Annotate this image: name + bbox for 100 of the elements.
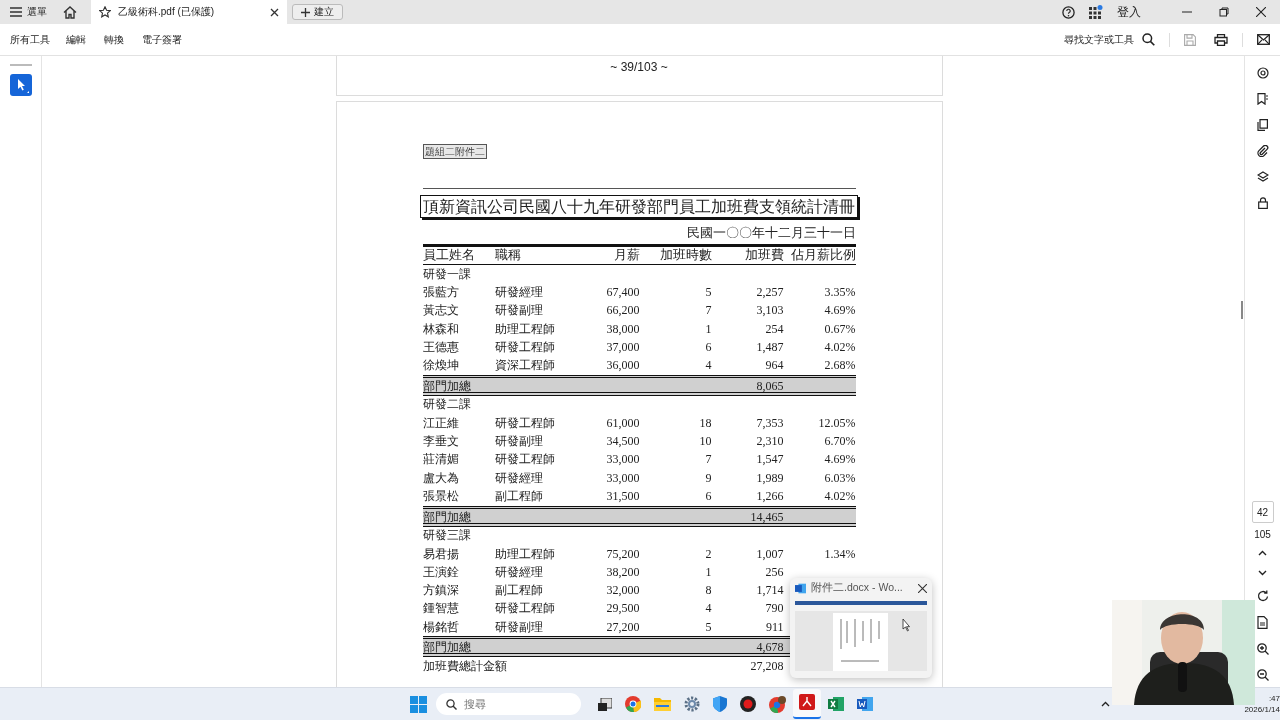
shield-icon[interactable] (713, 696, 727, 712)
preview-title: 附件二.docx - Wo... (811, 581, 904, 595)
table-cell-text: 18 (698, 415, 712, 431)
table-cell-text: 2,310 (755, 434, 784, 449)
table-cell-text: 7 (704, 452, 712, 468)
help-icon[interactable] (1062, 5, 1075, 19)
pdf-app-icon[interactable] (799, 694, 815, 710)
table-cell-text: 3,103 (755, 303, 784, 319)
report-date: 民國一〇〇年十二月三十一日 (686, 226, 856, 241)
page-label: 題組二附件二 (422, 144, 487, 159)
close-icon[interactable] (270, 7, 279, 17)
record-icon[interactable] (740, 696, 756, 712)
taskbar-search-field[interactable]: 搜尋 (436, 693, 581, 715)
table-cell-text: 部門加總 (422, 639, 472, 657)
table-cell-text: 4.69% (823, 303, 856, 319)
browser-icon[interactable] (625, 696, 641, 712)
mail-icon[interactable] (1257, 34, 1270, 45)
gear-icon[interactable] (684, 696, 700, 712)
table-cell-text: 10 (698, 434, 712, 449)
restore-icon[interactable] (1219, 7, 1229, 17)
chevron-up-icon[interactable] (1258, 550, 1267, 556)
tab-title: 乙級術科.pdf (已保護) (118, 5, 216, 19)
layers-icon[interactable] (1256, 171, 1269, 183)
table-cell-text: 研發副理 (494, 618, 544, 636)
bookmark-icon[interactable] (1257, 93, 1268, 105)
table-cell-text: 4.69% (823, 452, 856, 468)
apps-grid-icon[interactable] (1089, 5, 1103, 19)
table-cell-text: 14,465 (749, 509, 784, 525)
table-cell-text: 6.70% (823, 434, 856, 449)
table-cell-text: 林森和 (422, 320, 460, 338)
menu-button[interactable]: 選單 (10, 5, 47, 19)
chevron-up-icon[interactable] (1101, 701, 1110, 707)
table-cell-text: 8 (704, 583, 712, 599)
new-tab-button[interactable]: 建立 (292, 4, 343, 20)
close-icon[interactable] (1256, 7, 1266, 17)
table-cell-text: 盧大為 (422, 469, 460, 487)
browser-icon[interactable] (769, 695, 786, 713)
table-cell-text: 1,714 (755, 583, 784, 599)
table-cell-text: 5 (704, 284, 712, 300)
table-cell-text: 34,500 (605, 434, 640, 449)
start-button[interactable] (410, 695, 427, 713)
pages-icon[interactable] (1257, 119, 1268, 131)
table-cell-text: 研發經理 (494, 283, 544, 301)
table-cell-text: 4,678 (755, 640, 784, 656)
find-button[interactable]: 尋找文字或工具 (1064, 32, 1155, 47)
document-tab[interactable]: 乙級術科.pdf (已保護) (91, 0, 287, 24)
sign-in-button[interactable]: 登入 (1117, 3, 1141, 21)
table-cell-text: 36,000 (605, 358, 640, 374)
toolbar-item[interactable]: 編輯 (66, 32, 86, 47)
table-cell-text: 助理工程師 (494, 545, 556, 563)
table-cell-text: 副工程師 (494, 582, 544, 600)
table-cell-text: 加班費總計金額 (422, 658, 508, 675)
attachment-icon[interactable] (1256, 145, 1269, 157)
zoom-out-icon[interactable] (1256, 669, 1269, 681)
toolbar-item[interactable]: 所有工具 (10, 32, 50, 47)
star-icon[interactable] (99, 6, 111, 18)
page-number-field[interactable]: 42 (1251, 501, 1274, 523)
table-cell-text: 7,353 (755, 415, 784, 431)
close-icon[interactable] (918, 583, 927, 593)
document-app-icon[interactable] (857, 696, 873, 712)
table-cell-text: 部門加總 (422, 377, 472, 395)
table-cell-text: 0.67% (823, 321, 856, 337)
table-cell-text: 李垂文 (422, 433, 460, 450)
lock-icon[interactable] (1257, 197, 1268, 209)
spreadsheet-app-icon[interactable] (828, 696, 844, 712)
table-cell-text: 2 (704, 546, 712, 562)
clock-date: 2026/1/14 (1244, 704, 1280, 715)
search-icon (1142, 33, 1155, 46)
column-header: 員工姓名 (422, 247, 476, 264)
folder-icon[interactable] (654, 697, 671, 711)
page-footer: ~ 39/103 ~ (610, 60, 668, 74)
table-cell-text: 楊銘哲 (422, 618, 460, 636)
table-cell-text: 鍾智慧 (422, 600, 460, 618)
table-cell-text: 助理工程師 (494, 320, 556, 338)
task-view-icon[interactable] (598, 697, 612, 711)
table-cell-text: 29,500 (605, 601, 640, 617)
table-cell-text: 75,200 (605, 546, 640, 562)
toolbar-item[interactable]: 電子簽署 (142, 32, 182, 47)
select-tool-icon[interactable] (9, 74, 32, 96)
print-icon[interactable] (1214, 33, 1228, 46)
toolbar-item[interactable]: 轉換 (104, 32, 124, 47)
chevron-down-icon[interactable] (1258, 570, 1267, 576)
table-cell-text: 67,400 (605, 284, 640, 300)
section-heading: 研發一課 (422, 265, 472, 283)
table-cell-text: 1 (704, 564, 712, 580)
table-cell-text: 1.34% (823, 546, 856, 562)
menu-icon (10, 7, 22, 17)
table-cell-text: 4 (704, 358, 712, 374)
table-cell-text: 1,007 (755, 546, 784, 562)
refresh-icon[interactable] (1256, 590, 1269, 602)
window-preview[interactable]: 附件二.docx - Wo... (790, 578, 932, 678)
table-cell-text: 4 (704, 601, 712, 617)
table-cell-text: 4.02% (823, 488, 856, 504)
table-cell-text: 研發經理 (494, 563, 544, 581)
section-heading: 研發二課 (422, 396, 472, 414)
scrollbar-thumb[interactable] (1241, 301, 1243, 319)
table-cell-text: 江正維 (422, 414, 460, 432)
home-icon[interactable] (63, 5, 77, 19)
column-header: 加班費 (743, 247, 784, 264)
zoom-in-icon[interactable] (1256, 643, 1269, 655)
